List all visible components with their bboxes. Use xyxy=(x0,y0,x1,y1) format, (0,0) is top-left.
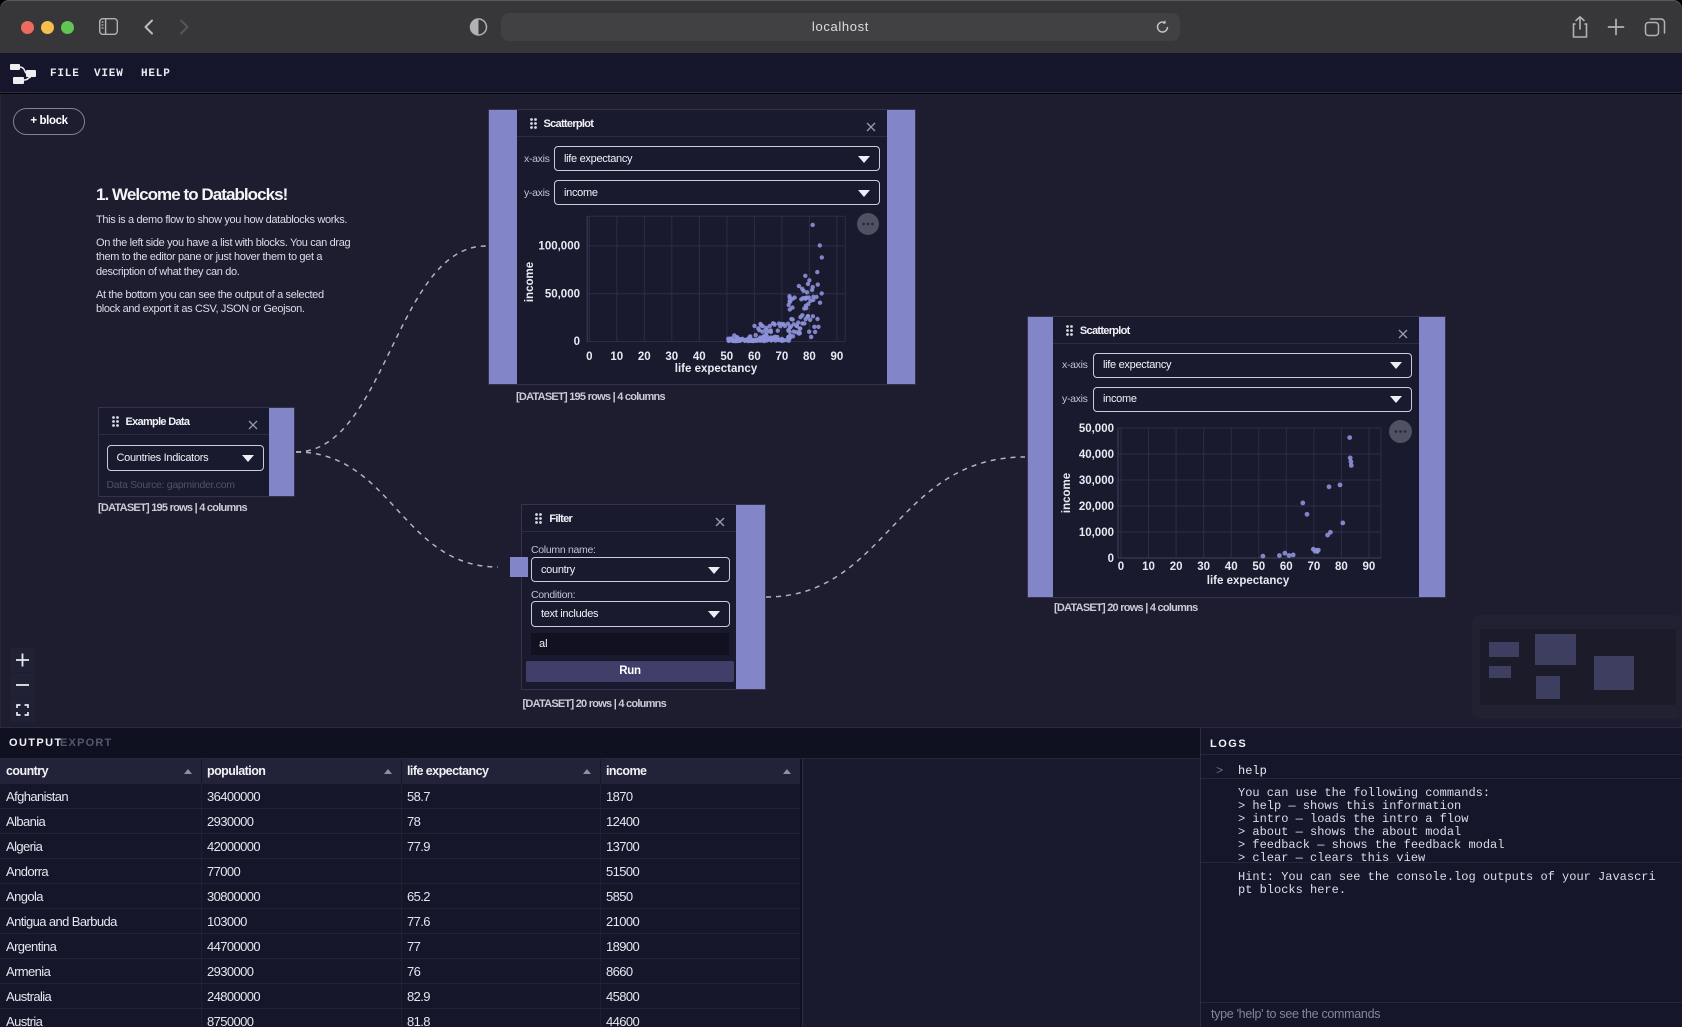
svg-text:50,000: 50,000 xyxy=(545,288,580,300)
svg-text:10,000: 10,000 xyxy=(1079,527,1114,539)
svg-text:80: 80 xyxy=(1335,561,1348,573)
svg-text:life expectancy: life expectancy xyxy=(675,363,758,375)
svg-text:50,000: 50,000 xyxy=(1079,423,1114,435)
svg-text:40,000: 40,000 xyxy=(1079,449,1114,461)
svg-text:80: 80 xyxy=(803,351,816,363)
svg-text:60: 60 xyxy=(1280,561,1293,573)
svg-text:20,000: 20,000 xyxy=(1079,501,1114,513)
svg-text:30: 30 xyxy=(1197,561,1210,573)
svg-text:life expectancy: life expectancy xyxy=(1207,575,1290,587)
svg-text:income: income xyxy=(1061,473,1073,513)
svg-text:0: 0 xyxy=(1108,553,1114,565)
svg-text:30,000: 30,000 xyxy=(1079,475,1114,487)
svg-text:40: 40 xyxy=(693,351,706,363)
svg-text:0: 0 xyxy=(1118,561,1124,573)
svg-text:income: income xyxy=(524,262,536,302)
svg-text:10: 10 xyxy=(610,351,623,363)
svg-text:50: 50 xyxy=(720,351,733,363)
svg-text:90: 90 xyxy=(831,351,844,363)
svg-text:70: 70 xyxy=(1308,561,1321,573)
svg-text:40: 40 xyxy=(1225,561,1238,573)
svg-text:60: 60 xyxy=(748,351,761,363)
svg-text:90: 90 xyxy=(1363,561,1376,573)
svg-text:50: 50 xyxy=(1252,561,1265,573)
svg-text:20: 20 xyxy=(638,351,651,363)
svg-text:0: 0 xyxy=(574,336,580,348)
svg-text:20: 20 xyxy=(1170,561,1183,573)
svg-text:100,000: 100,000 xyxy=(538,241,580,253)
svg-text:30: 30 xyxy=(665,351,678,363)
svg-text:70: 70 xyxy=(776,351,789,363)
svg-text:0: 0 xyxy=(586,351,592,363)
svg-text:10: 10 xyxy=(1142,561,1155,573)
